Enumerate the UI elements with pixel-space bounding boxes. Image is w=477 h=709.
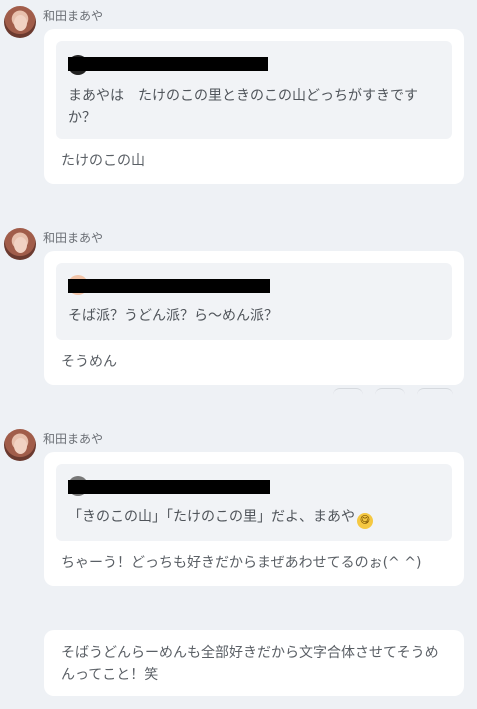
reply-text: そうめん — [61, 354, 117, 370]
author-name[interactable]: 和田まあや — [43, 430, 103, 447]
author-avatar[interactable] — [4, 228, 36, 260]
question-quote: 「きのこの山」「たけのこの里」だよ、まあや 😋 — [56, 464, 452, 541]
question-text: まあやは たけのこの里ときのこの山どっちがすきですか？ — [68, 88, 418, 126]
answer-card[interactable]: まあやは たけのこの里ときのこの山どっちがすきですか？ たけのこの山 — [44, 29, 464, 184]
message-feed: 和田まあや まあやは たけのこの里ときのこの山どっちがすきですか？ たけのこの山… — [0, 0, 477, 709]
redaction-bar — [68, 480, 270, 494]
author-avatar[interactable] — [4, 6, 36, 38]
redaction-bar — [68, 279, 270, 293]
followup-card[interactable]: そばうどんらーめんも全部好きだから文字合体させてそうめんってこと！笑 — [44, 630, 464, 696]
question-quote: そば派？うどん派？ら〜めん派？ — [56, 263, 452, 340]
reply-text: たけのこの山 — [61, 153, 145, 169]
question-text: 「きのこの山」「たけのこの里」だよ、まあや 😋 — [68, 506, 434, 529]
author-name[interactable]: 和田まあや — [43, 229, 103, 246]
smile-emoji-icon: 😋 — [357, 513, 373, 529]
answer-card[interactable]: 「きのこの山」「たけのこの里」だよ、まあや 😋 ちゃーう！どっちも好きだからまぜあ… — [44, 452, 464, 586]
author-name[interactable]: 和田まあや — [43, 7, 103, 24]
question-text: そば派？うどん派？ら〜めん派？ — [68, 308, 278, 324]
action-button[interactable] — [417, 388, 453, 395]
redaction-bar — [68, 57, 268, 71]
answer-card[interactable]: そば派？うどん派？ら〜めん派？ そうめん — [44, 251, 464, 385]
action-button[interactable] — [375, 388, 405, 395]
question-quote: まあやは たけのこの里ときのこの山どっちがすきですか？ — [56, 41, 452, 139]
question-text-body: 「きのこの山」「たけのこの里」だよ、まあや — [68, 509, 355, 525]
reply-text: ちゃーう！どっちも好きだからまぜあわせてるのぉ(^ ^) — [61, 555, 422, 571]
author-avatar[interactable] — [4, 429, 36, 461]
action-button[interactable] — [333, 388, 363, 395]
followup-text: そばうどんらーめんも全部好きだから文字合体させてそうめんってこと！笑 — [61, 645, 439, 683]
